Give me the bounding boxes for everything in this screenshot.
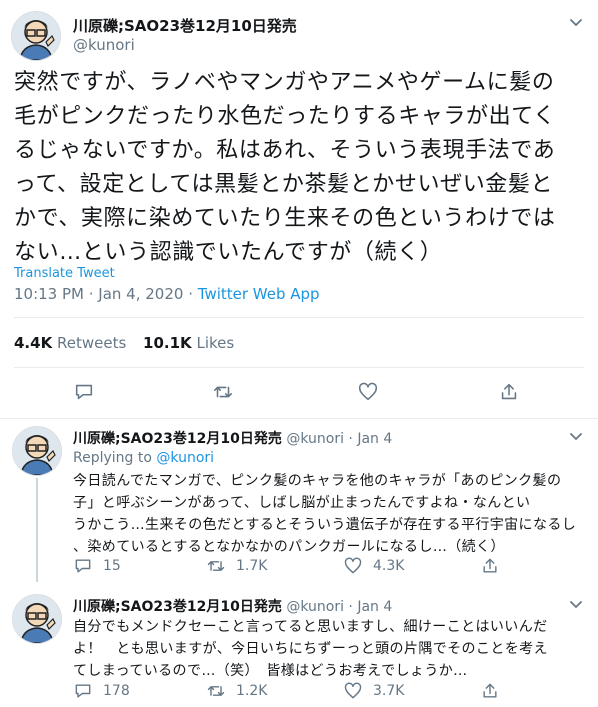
- likes-count: 10.1K: [143, 334, 192, 352]
- reply-line: 子」と呼ぶシーンがあって、しばし脳が止まったんですよね・なんとい: [73, 495, 531, 511]
- reply-count: 178: [103, 683, 130, 699]
- retweet-icon: [213, 386, 233, 398]
- reply-author-avatar[interactable]: [12, 594, 62, 644]
- reply-author-name[interactable]: 川原礫;SAO23巻12月10日発売: [73, 431, 282, 447]
- reply-header: 川原礫;SAO23巻12月10日発売 @kunori · Jan 4: [73, 431, 393, 447]
- reply-text: 今日読んでたマンガで、ピンク髪のキャラを他のキャラが「あのピンク髪の 子」と呼ぶ…: [73, 470, 576, 558]
- share-button[interactable]: [480, 681, 500, 701]
- replying-to: Replying to @kunori: [73, 450, 214, 466]
- tweet-meta: 10:13 PM · Jan 4, 2020 · Twitter Web App: [14, 285, 320, 303]
- main-author-handle[interactable]: @kunori: [73, 36, 135, 54]
- engagement-stats: 4.4K Retweets 10.1K Likes: [14, 334, 234, 352]
- reply-author-handle[interactable]: @kunori: [286, 599, 344, 615]
- reply-author-name[interactable]: 川原礫;SAO23巻12月10日発売: [73, 599, 282, 615]
- translate-tweet-link[interactable]: Translate Tweet: [14, 266, 115, 281]
- reply-header: 川原礫;SAO23巻12月10日発売 @kunori · Jan 4: [73, 599, 393, 615]
- retweet-icon: [207, 561, 225, 571]
- retweet-icon: [207, 686, 225, 696]
- like-count: 3.7K: [373, 683, 405, 699]
- reply-icon: [75, 384, 93, 400]
- main-tweet-line: るじゃないですか。私はあれ、そういう表現手法であ: [14, 138, 556, 163]
- like-button[interactable]: 4.3K: [343, 556, 404, 576]
- reply-line: よ！ とも思いますが、今日いちにちずーっと頭の片隅でそのことを考え: [73, 641, 548, 657]
- main-tweet-text: 突然ですが、ラノベやマンガやアニメやゲームに髪の 毛がピンクだったり水色だったり…: [14, 66, 556, 270]
- reply-date[interactable]: Jan 4: [357, 431, 392, 447]
- replying-to-label: Replying to: [73, 450, 152, 466]
- main-author-name[interactable]: 川原礫;SAO23巻12月10日発売: [73, 15, 297, 36]
- main-share-button[interactable]: [498, 381, 520, 403]
- main-tweet-line: ない…という認識でいたんですが（続く）: [14, 240, 443, 265]
- share-icon: [501, 383, 517, 400]
- divider: [14, 367, 584, 368]
- main-tweet-line: って、設定としては黒髪とか茶髪とかせいぜい金髪と: [14, 172, 554, 197]
- reply-button[interactable]: 178: [73, 681, 130, 701]
- reply-text: 自分でもメンドクセーこと言ってると思いますし、細けーことはいいんだ よ！ とも思…: [73, 616, 548, 682]
- retweet-button[interactable]: 1.7K: [206, 556, 267, 576]
- like-button[interactable]: 3.7K: [343, 681, 404, 701]
- like-icon: [358, 382, 378, 401]
- reply-icon: [75, 559, 91, 573]
- share-icon: [483, 558, 497, 573]
- main-like-button[interactable]: [357, 381, 379, 403]
- reply-line: うかこう…生来その色だとするとそういう遺伝子が存在する平行宇宙になるし: [73, 517, 577, 533]
- replying-to-handle[interactable]: @kunori: [156, 450, 214, 466]
- main-retweet-button[interactable]: [212, 381, 234, 403]
- main-tweet-line: 突然ですが、ラノベやマンガやアニメやゲームに髪の: [14, 70, 555, 95]
- reply-icon: [75, 684, 91, 698]
- main-tweet-line: 毛がピンクだったり水色だったりするキャラが出てく: [14, 104, 556, 129]
- retweet-count: 1.2K: [236, 683, 268, 699]
- like-icon: [344, 682, 362, 699]
- retweets-count: 4.4K: [14, 334, 53, 352]
- tweet-timestamp[interactable]: 10:13 PM · Jan 4, 2020: [14, 285, 183, 303]
- retweet-button[interactable]: 1.2K: [206, 681, 267, 701]
- reply-author-handle[interactable]: @kunori: [286, 431, 344, 447]
- reply-line: 自分でもメンドクセーこと言ってると思いますし、細けーことはいいんだ: [73, 619, 548, 635]
- reply-line: 、染めているとするとなかなかのパンクガールになるし…（続く）: [73, 539, 505, 555]
- chevron-down-icon[interactable]: [566, 12, 586, 32]
- reply-button[interactable]: 15: [73, 556, 121, 576]
- reply-author-avatar[interactable]: [12, 426, 62, 476]
- reply-date[interactable]: Jan 4: [357, 599, 392, 615]
- likes-label: Likes: [196, 334, 235, 352]
- reply-line: 今日読んでたマンガで、ピンク髪のキャラを他のキャラが「あのピンク髪の: [73, 473, 562, 489]
- like-icon: [344, 557, 362, 574]
- main-reply-button[interactable]: [73, 381, 95, 403]
- retweets-stat[interactable]: 4.4K Retweets: [14, 334, 131, 352]
- share-button[interactable]: [480, 556, 500, 576]
- main-tweet-line: かで、実際に染めていたり生来その色というわけでは: [14, 206, 556, 231]
- chevron-down-icon[interactable]: [566, 426, 586, 446]
- thread-line: [36, 478, 38, 582]
- like-count: 4.3K: [373, 558, 405, 574]
- share-icon: [483, 683, 497, 698]
- chevron-down-icon[interactable]: [566, 594, 586, 614]
- likes-stat[interactable]: 10.1K Likes: [143, 334, 234, 352]
- main-author-avatar[interactable]: [11, 11, 61, 61]
- tweet-source-link[interactable]: Twitter Web App: [198, 285, 320, 303]
- reply-line: てしまっているので…（笑） 皆様はどうお考えでしょうか…: [73, 663, 468, 679]
- divider: [14, 317, 584, 318]
- reply-count: 15: [103, 558, 121, 574]
- divider: [0, 418, 598, 419]
- retweet-count: 1.7K: [236, 558, 268, 574]
- retweets-label: Retweets: [56, 334, 127, 352]
